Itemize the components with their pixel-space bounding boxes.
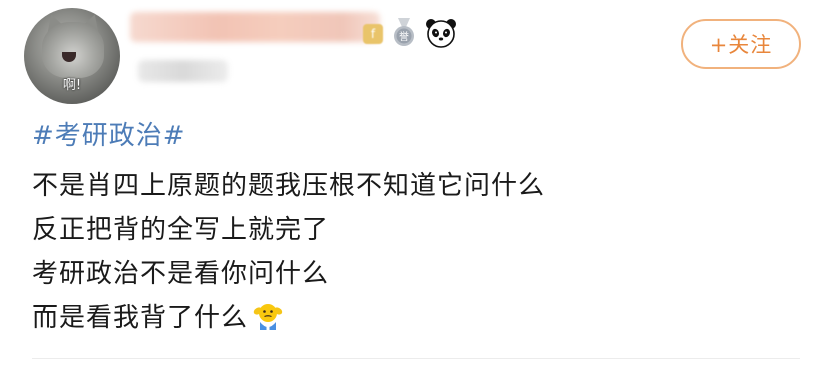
post-line-4: 而是看我背了什么 <box>32 296 812 340</box>
hashtag-link[interactable]: #考研政治# <box>32 116 812 156</box>
post-line-1: 不是肖四上原题的题我压根不知道它问什么 <box>32 171 546 201</box>
avatar[interactable]: 啊! <box>24 8 120 104</box>
post-line-3: 考研政治不是看你问什么 <box>32 259 330 289</box>
avatar-cat-face <box>42 22 104 78</box>
post-content: #考研政治# 不是肖四上原题的题我压根不知道它问什么 反正把背的全写上就完了 考… <box>32 116 812 340</box>
shrug-emoji-icon <box>253 304 283 330</box>
post-divider <box>32 358 800 359</box>
post-line-4-text: 而是看我背了什么 <box>32 303 249 333</box>
follow-button[interactable]: +关注 <box>681 19 801 69</box>
panda-icon <box>426 19 456 48</box>
medal-badge-label: 誉 <box>399 30 409 43</box>
medal-badge-icon: 誉 <box>394 18 414 46</box>
post-line-2: 反正把背的全写上就完了 <box>32 215 330 245</box>
member-badge-icon: f <box>363 24 383 44</box>
weibo-post: 啊! f 誉 +关注 #考研政治# 不是肖四上原题的题我压根不知道它问什么 反正… <box>0 0 828 377</box>
username-blurred[interactable] <box>130 12 380 42</box>
avatar-caption: 啊! <box>62 78 82 93</box>
post-meta-blurred <box>138 60 228 82</box>
